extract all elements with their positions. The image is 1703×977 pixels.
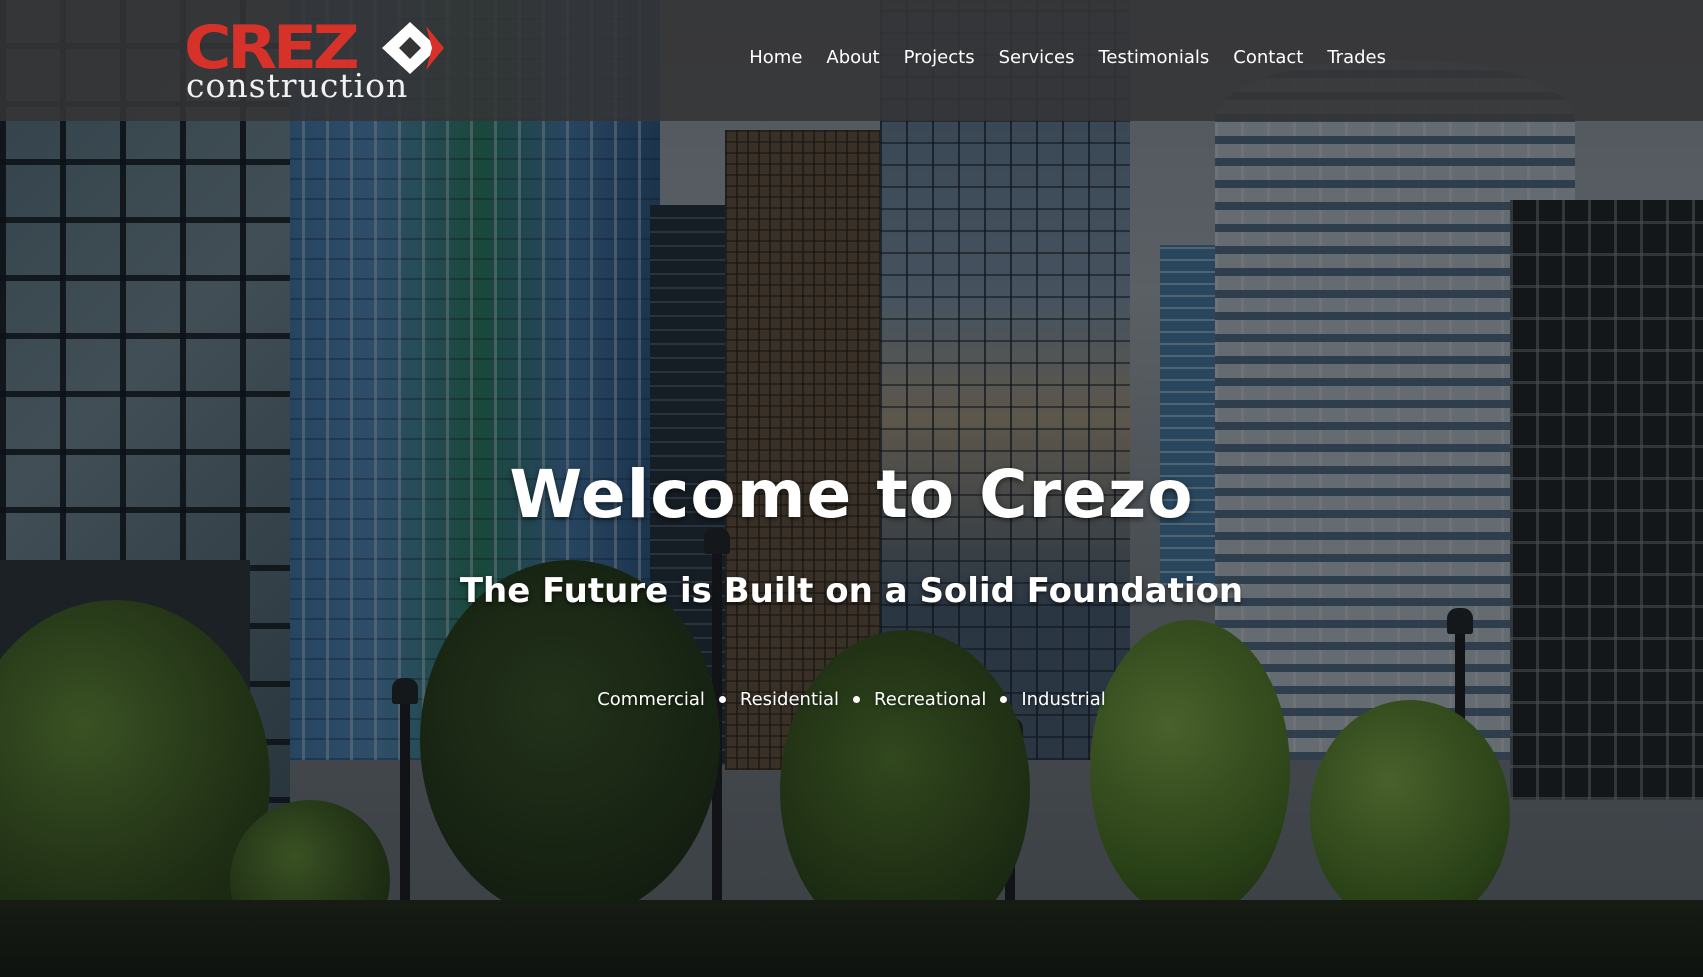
bullet-separator xyxy=(853,696,861,703)
sector-commercial: Commercial xyxy=(597,689,705,710)
sector-list: Commercial Residential Recreational Indu… xyxy=(0,689,1703,710)
sector-recreational: Recreational xyxy=(874,689,987,710)
hero-title: Welcome to Crezo xyxy=(509,456,1194,533)
sector-residential: Residential xyxy=(739,689,840,710)
hero-section: Welcome to Crezo The Future is Built on … xyxy=(0,0,1703,977)
bullet-separator xyxy=(718,696,726,703)
sector-industrial: Industrial xyxy=(1021,689,1106,710)
bullet-separator xyxy=(1000,696,1008,703)
hero-subtitle: The Future is Built on a Solid Foundatio… xyxy=(459,571,1244,611)
